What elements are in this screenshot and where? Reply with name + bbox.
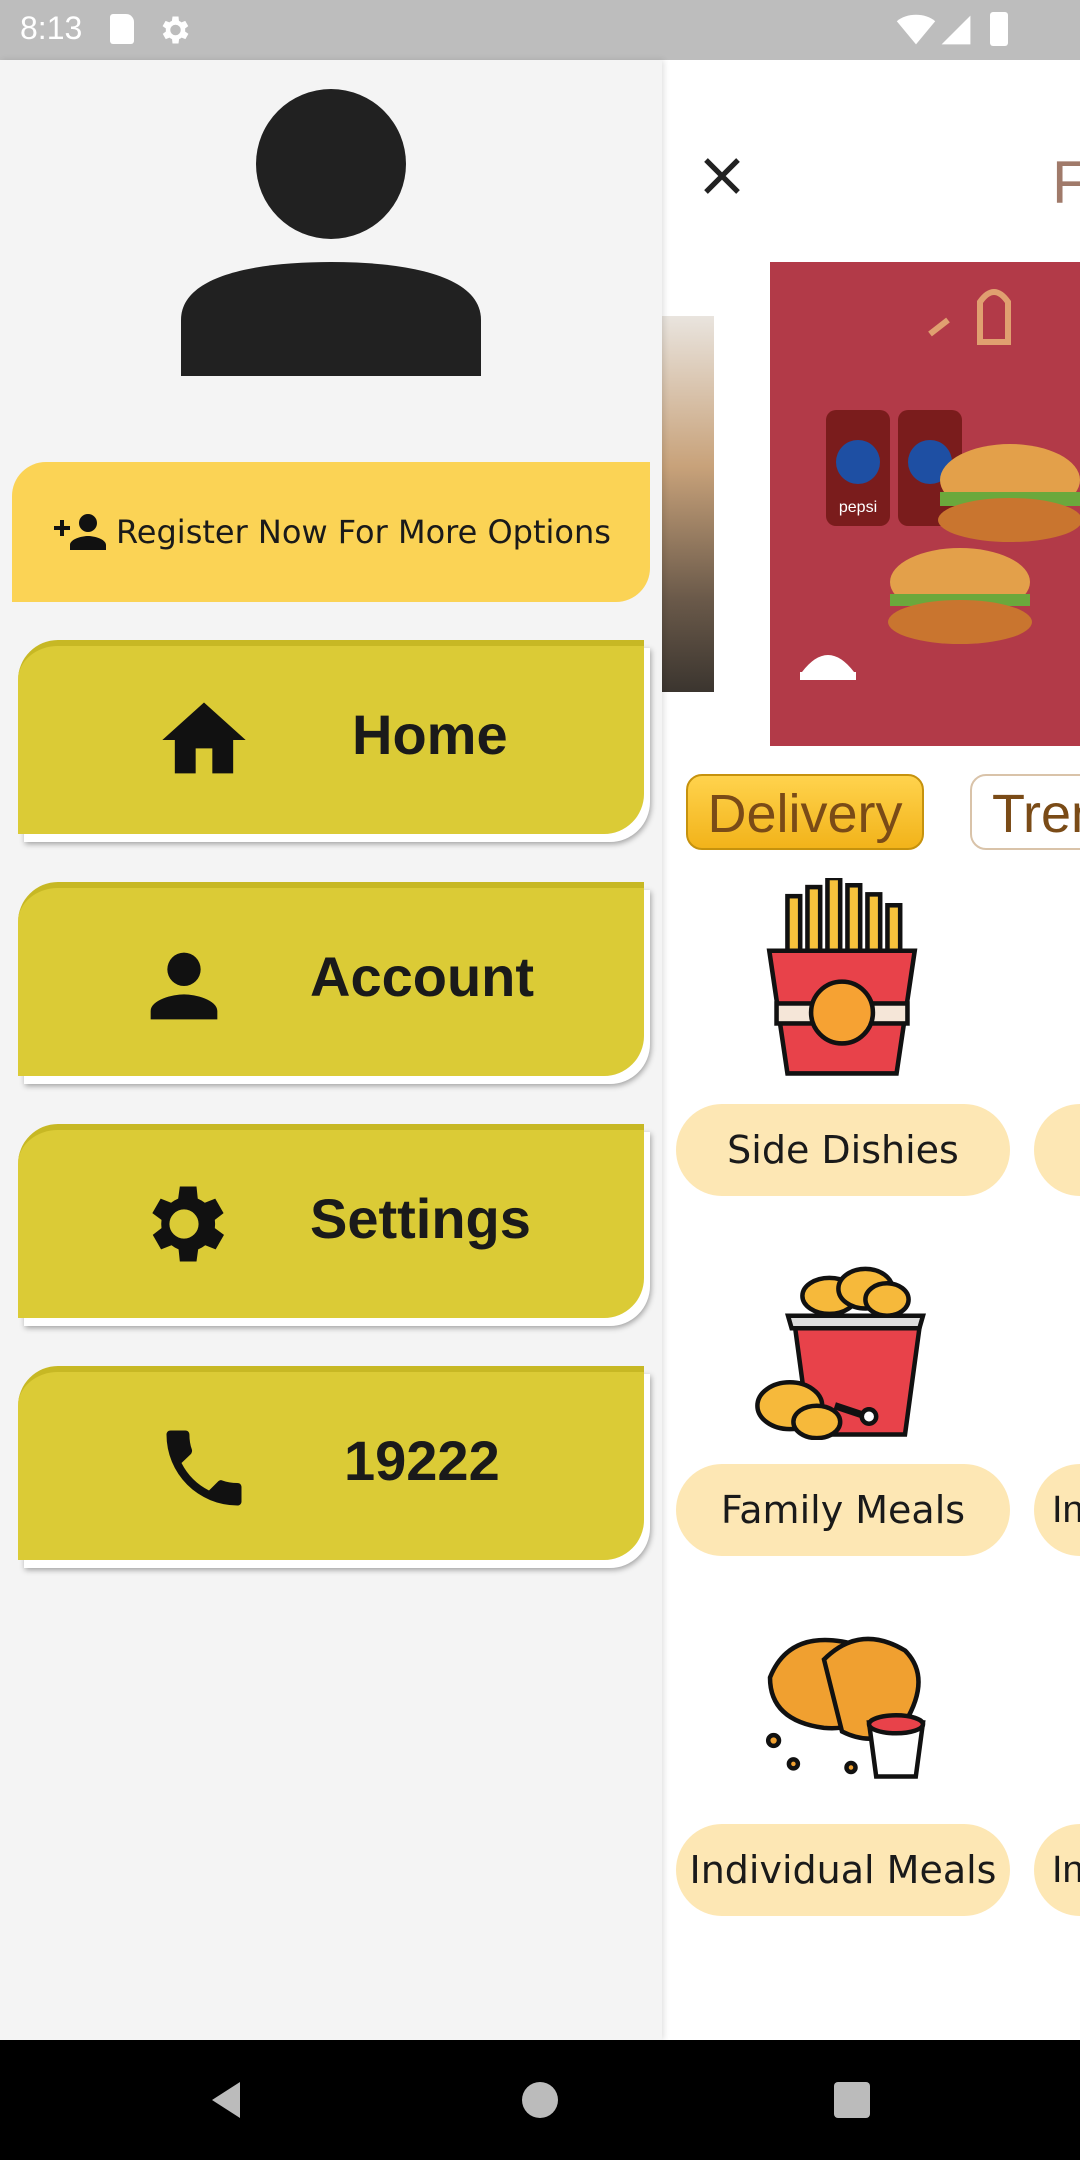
status-bar: 8:13 xyxy=(0,0,1080,60)
category-individual-meals[interactable]: Individual Meals xyxy=(676,1824,1010,1916)
menu-home-label: Home xyxy=(352,703,508,766)
category-partial-right-1[interactable] xyxy=(1034,1104,1080,1196)
recents-icon[interactable] xyxy=(828,2076,876,2124)
person-add-icon xyxy=(54,514,106,550)
promo-banner[interactable]: pepsi xyxy=(770,262,1080,746)
back-icon[interactable] xyxy=(204,2076,252,2124)
menu-settings-button[interactable]: Settings xyxy=(18,1124,644,1318)
person-icon xyxy=(181,89,481,376)
promo-banner-previous[interactable] xyxy=(662,316,714,692)
tab-delivery[interactable]: Delivery xyxy=(686,774,924,850)
menu-home-button[interactable]: Home xyxy=(18,640,644,834)
person-icon xyxy=(150,952,218,1020)
menu-phone-button[interactable]: 19222 xyxy=(18,1366,644,1560)
phone-icon xyxy=(166,1430,242,1506)
menu-account-button[interactable]: Account xyxy=(18,882,644,1076)
signal-icon xyxy=(941,15,971,45)
settings-gear-icon xyxy=(162,16,189,44)
menu-phone-label: 19222 xyxy=(344,1429,500,1492)
home-icon xyxy=(162,702,246,774)
home-nav-icon[interactable] xyxy=(516,2076,564,2124)
system-navigation-bar xyxy=(0,2040,1080,2160)
register-button[interactable]: Register Now For More Options xyxy=(12,462,650,602)
fries-icon xyxy=(766,878,918,1076)
menu-settings-label: Settings xyxy=(310,1187,531,1250)
status-time: 8:13 xyxy=(20,10,83,46)
category-side-dishes[interactable]: Side Dishies xyxy=(676,1104,1010,1196)
chicken-sauce-icon xyxy=(765,1636,926,1779)
tab-trending[interactable]: Tren xyxy=(970,774,1080,850)
register-label: Register Now For More Options xyxy=(116,513,611,551)
gear-icon xyxy=(152,1186,224,1262)
category-partial-right-3[interactable]: In xyxy=(1034,1824,1080,1916)
pepsi-text: pepsi xyxy=(839,499,877,516)
page-title-partial: F xyxy=(1052,149,1080,216)
category-family-meals[interactable]: Family Meals xyxy=(676,1464,1010,1556)
wifi-icon xyxy=(896,14,936,45)
navigation-drawer: Register Now For More Options Home Accou… xyxy=(0,60,662,2040)
battery-icon xyxy=(990,12,1008,46)
chicken-bucket-icon xyxy=(755,1266,926,1440)
category-partial-right-2[interactable]: In xyxy=(1034,1464,1080,1556)
sd-card-icon xyxy=(110,14,134,44)
promo-banner-image: pepsi xyxy=(770,262,1080,746)
menu-account-label: Account xyxy=(310,945,534,1008)
close-icon[interactable] xyxy=(698,152,746,200)
